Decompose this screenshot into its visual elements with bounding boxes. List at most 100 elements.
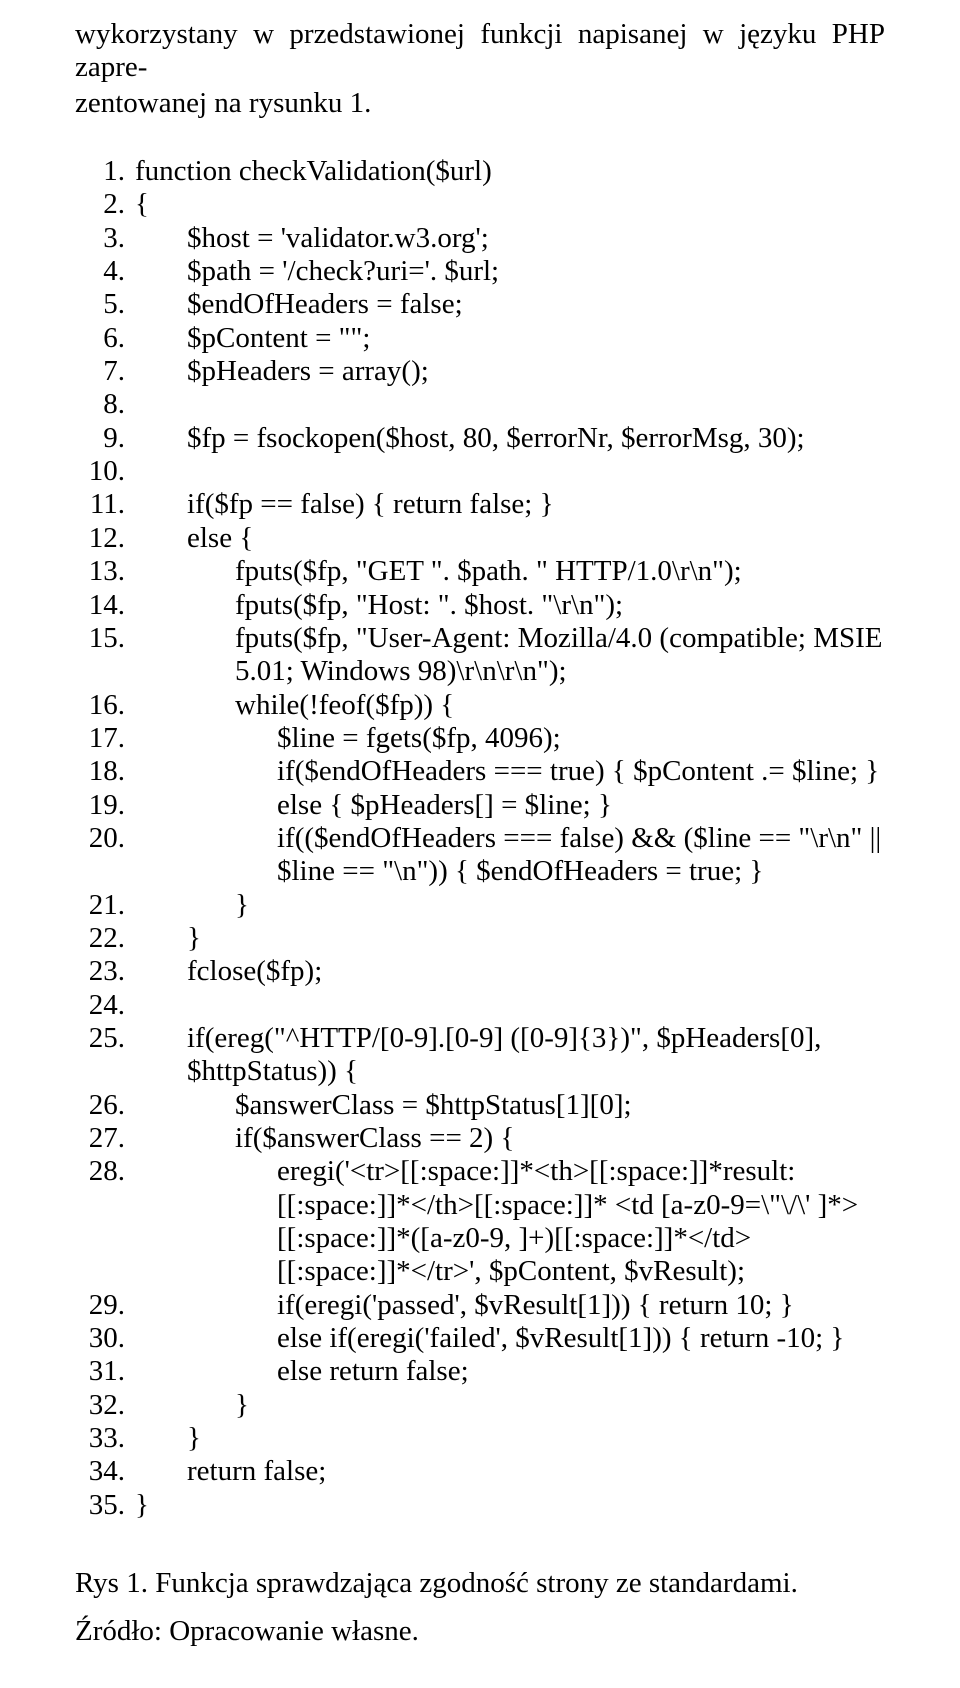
line-number: 9. <box>75 422 135 455</box>
code-row: 28.eregi('<tr>[[:space:]]*<th>[[:space:]… <box>75 1155 885 1288</box>
code-row: 2.{ <box>75 188 885 221</box>
line-content: if($endOfHeaders === true) { $pContent .… <box>135 755 885 788</box>
line-content: $path = '/check?uri='. $url; <box>135 255 885 288</box>
line-number: 34. <box>75 1455 135 1488</box>
code-row: 34.return false; <box>75 1455 885 1488</box>
line-number: 25. <box>75 1022 135 1055</box>
line-number: 15. <box>75 622 135 655</box>
code-row: 19.else { $pHeaders[] = $line; } <box>75 789 885 822</box>
line-content: } <box>135 922 885 955</box>
line-number: 30. <box>75 1322 135 1355</box>
line-number: 5. <box>75 288 135 321</box>
code-row: 21.} <box>75 889 885 922</box>
line-content: fputs($fp, "GET ". $path. " HTTP/1.0\r\n… <box>135 555 885 588</box>
intro-text-line-1: wykorzystany w przedstawionej funkcji na… <box>75 18 885 85</box>
code-row: 14.fputs($fp, "Host: ". $host. "\r\n"); <box>75 589 885 622</box>
code-row: 22.} <box>75 922 885 955</box>
code-row: 12.else { <box>75 522 885 555</box>
line-number: 6. <box>75 322 135 355</box>
code-row: 25.if(ereg("^HTTP/[0-9].[0-9] ([0-9]{3})… <box>75 1022 885 1089</box>
line-content: else { $pHeaders[] = $line; } <box>135 789 885 822</box>
code-row: 13.fputs($fp, "GET ". $path. " HTTP/1.0\… <box>75 555 885 588</box>
line-number: 1. <box>75 155 135 188</box>
line-number: 19. <box>75 789 135 822</box>
line-content: } <box>135 1422 885 1455</box>
line-number: 14. <box>75 589 135 622</box>
line-number: 32. <box>75 1389 135 1422</box>
figure-caption: Rys 1. Funkcja sprawdzająca zgodność str… <box>75 1567 885 1600</box>
code-row: 4.$path = '/check?uri='. $url; <box>75 255 885 288</box>
line-content: if($answerClass == 2) { <box>135 1122 885 1155</box>
line-content: $answerClass = $httpStatus[1][0]; <box>135 1089 885 1122</box>
line-content: if(($endOfHeaders === false) && ($line =… <box>135 822 885 889</box>
line-content: function checkValidation($url) <box>135 155 885 188</box>
code-row: 7.$pHeaders = array(); <box>75 355 885 388</box>
line-content: else return false; <box>135 1355 885 1388</box>
line-number: 8. <box>75 388 135 421</box>
code-row: 17.$line = fgets($fp, 4096); <box>75 722 885 755</box>
line-content: fputs($fp, "User-Agent: Mozilla/4.0 (com… <box>135 622 885 689</box>
line-number: 31. <box>75 1355 135 1388</box>
line-content: } <box>135 1489 885 1522</box>
line-number: 12. <box>75 522 135 555</box>
line-content: if($fp == false) { return false; } <box>135 488 885 521</box>
line-number: 23. <box>75 955 135 988</box>
line-content: } <box>135 889 885 922</box>
line-number: 11. <box>75 488 135 521</box>
code-row: 10. <box>75 455 885 488</box>
line-number: 17. <box>75 722 135 755</box>
line-content: } <box>135 1389 885 1422</box>
code-row: 29.if(eregi('passed', $vResult[1])) { re… <box>75 1289 885 1322</box>
line-content: $line = fgets($fp, 4096); <box>135 722 885 755</box>
line-number: 20. <box>75 822 135 855</box>
code-row: 16.while(!feof($fp)) { <box>75 689 885 722</box>
line-number: 26. <box>75 1089 135 1122</box>
line-content: return false; <box>135 1455 885 1488</box>
line-number: 27. <box>75 1122 135 1155</box>
figure-source: Źródło: Opracowanie własne. <box>75 1615 885 1648</box>
line-content: else { <box>135 522 885 555</box>
code-row: 5.$endOfHeaders = false; <box>75 288 885 321</box>
line-content: $host = 'validator.w3.org'; <box>135 222 885 255</box>
line-number: 3. <box>75 222 135 255</box>
line-content: if(ereg("^HTTP/[0-9].[0-9] ([0-9]{3})", … <box>135 1022 885 1089</box>
code-listing: 1.function checkValidation($url)2.{3.$ho… <box>75 155 885 1522</box>
code-row: 27.if($answerClass == 2) { <box>75 1122 885 1155</box>
code-row: 30.else if(eregi('failed', $vResult[1]))… <box>75 1322 885 1355</box>
code-row: 9.$fp = fsockopen($host, 80, $errorNr, $… <box>75 422 885 455</box>
line-number: 21. <box>75 889 135 922</box>
line-number: 35. <box>75 1489 135 1522</box>
line-number: 29. <box>75 1289 135 1322</box>
line-number: 7. <box>75 355 135 388</box>
code-row: 23.fclose($fp); <box>75 955 885 988</box>
code-row: 35.} <box>75 1489 885 1522</box>
line-number: 4. <box>75 255 135 288</box>
line-content: $pContent = ""; <box>135 322 885 355</box>
line-content: while(!feof($fp)) { <box>135 689 885 722</box>
line-number: 13. <box>75 555 135 588</box>
line-content: else if(eregi('failed', $vResult[1])) { … <box>135 1322 885 1355</box>
line-number: 28. <box>75 1155 135 1188</box>
intro-text-line-2: zentowanej na rysunku 1. <box>75 87 885 120</box>
line-content: eregi('<tr>[[:space:]]*<th>[[:space:]]*r… <box>135 1155 885 1288</box>
code-row: 33.} <box>75 1422 885 1455</box>
line-content: if(eregi('passed', $vResult[1])) { retur… <box>135 1289 885 1322</box>
line-content: fclose($fp); <box>135 955 885 988</box>
line-content: $endOfHeaders = false; <box>135 288 885 321</box>
code-row: 11.if($fp == false) { return false; } <box>75 488 885 521</box>
line-number: 10. <box>75 455 135 488</box>
code-row: 8. <box>75 388 885 421</box>
code-row: 18.if($endOfHeaders === true) { $pConten… <box>75 755 885 788</box>
line-number: 33. <box>75 1422 135 1455</box>
line-content: $pHeaders = array(); <box>135 355 885 388</box>
code-row: 32.} <box>75 1389 885 1422</box>
line-number: 18. <box>75 755 135 788</box>
line-content: fputs($fp, "Host: ". $host. "\r\n"); <box>135 589 885 622</box>
line-number: 22. <box>75 922 135 955</box>
code-row: 6.$pContent = ""; <box>75 322 885 355</box>
code-row: 1.function checkValidation($url) <box>75 155 885 188</box>
line-number: 24. <box>75 989 135 1022</box>
code-row: 20.if(($endOfHeaders === false) && ($lin… <box>75 822 885 889</box>
code-row: 31.else return false; <box>75 1355 885 1388</box>
line-content: { <box>135 188 885 221</box>
